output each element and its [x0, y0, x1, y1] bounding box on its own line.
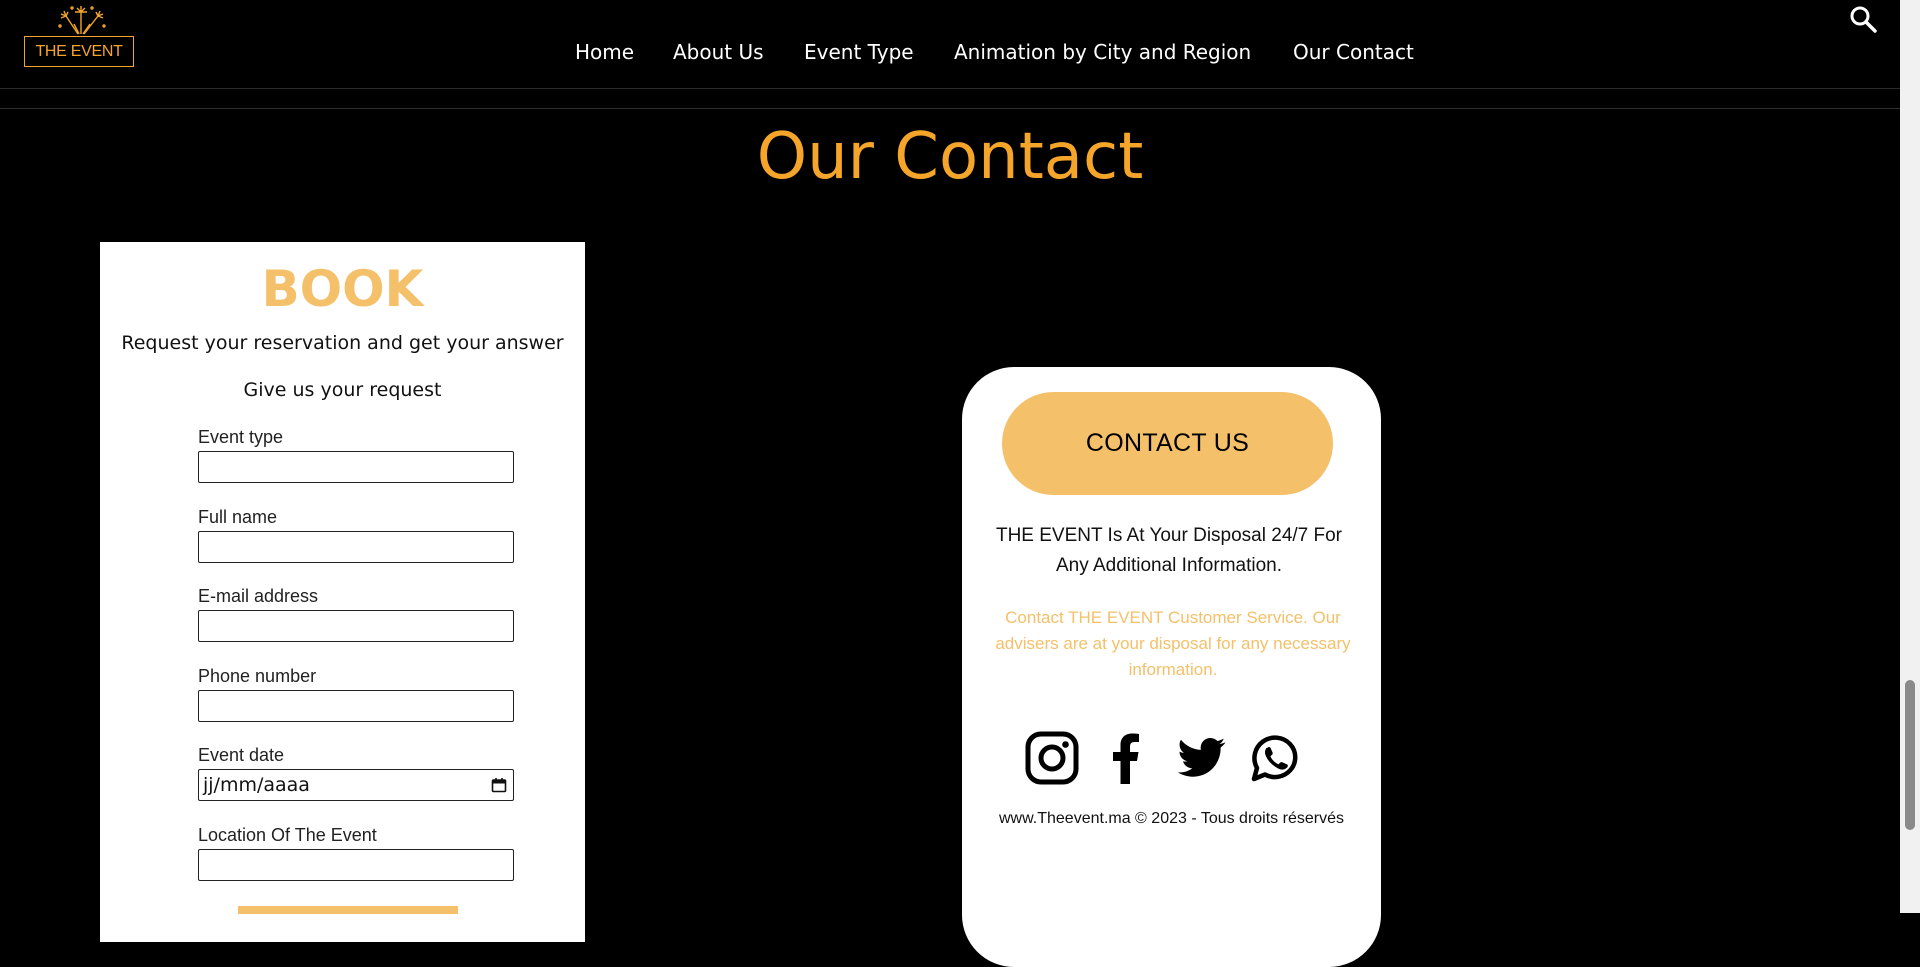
- nav-item-about-us[interactable]: About Us: [673, 40, 764, 64]
- book-prompt: Give us your request: [243, 379, 442, 401]
- whatsapp-icon[interactable]: [1248, 731, 1302, 785]
- event-type-label: Event type: [198, 427, 284, 447]
- section-divider: [0, 108, 1900, 109]
- event-date-input[interactable]: jj/mm/aaaa: [198, 769, 514, 801]
- email-label: E-mail address: [198, 586, 319, 606]
- instagram-icon[interactable]: [1025, 731, 1079, 785]
- search-icon[interactable]: [1848, 4, 1878, 34]
- nav-item-home[interactable]: Home: [575, 40, 634, 64]
- copyright: www.Theevent.ma © 2023 - Tous droits rés…: [999, 810, 1344, 827]
- main-nav: Home About Us Event Type Animation by Ci…: [0, 40, 1900, 72]
- event-date-placeholder: jj/mm/aaaa: [203, 774, 310, 796]
- nav-item-event-type[interactable]: Event Type: [804, 40, 914, 64]
- book-title: BOOK: [261, 260, 424, 318]
- contact-info: THE EVENT Is At Your Disposal 24/7 For A…: [995, 525, 1343, 576]
- email-input[interactable]: [198, 610, 514, 642]
- scrollbar-thumb[interactable]: [1905, 680, 1915, 830]
- book-subtitle: Request your reservation and get your an…: [121, 332, 564, 354]
- booking-form-card: BOOK Request your reservation and get yo…: [100, 242, 585, 942]
- facebook-icon[interactable]: [1100, 731, 1154, 785]
- full-name-label: Full name: [198, 507, 278, 527]
- nav-item-animation-by-city[interactable]: Animation by City and Region: [954, 40, 1251, 64]
- full-name-input[interactable]: [198, 531, 514, 563]
- calendar-icon[interactable]: [491, 777, 507, 793]
- page-title: Our Contact: [756, 120, 1144, 194]
- contact-description: Contact THE EVENT Customer Service. Our …: [995, 608, 1351, 679]
- nav-item-our-contact[interactable]: Our Contact: [1293, 40, 1414, 64]
- location-label: Location Of The Event: [198, 825, 377, 845]
- fireworks-icon: [58, 6, 106, 35]
- event-date-label: Event date: [198, 745, 285, 765]
- phone-input[interactable]: [198, 690, 514, 722]
- twitter-icon[interactable]: [1174, 731, 1228, 785]
- contact-card: CONTACT US THE EVENT Is At Your Disposal…: [962, 367, 1381, 967]
- event-type-input[interactable]: [198, 451, 514, 483]
- page-scrollbar[interactable]: [1900, 0, 1920, 913]
- contact-us-button[interactable]: CONTACT US: [1002, 392, 1333, 495]
- phone-label: Phone number: [198, 666, 317, 686]
- site-header: THE EVENT Home About Us Event Type Anima…: [0, 0, 1900, 89]
- location-input[interactable]: [198, 849, 514, 881]
